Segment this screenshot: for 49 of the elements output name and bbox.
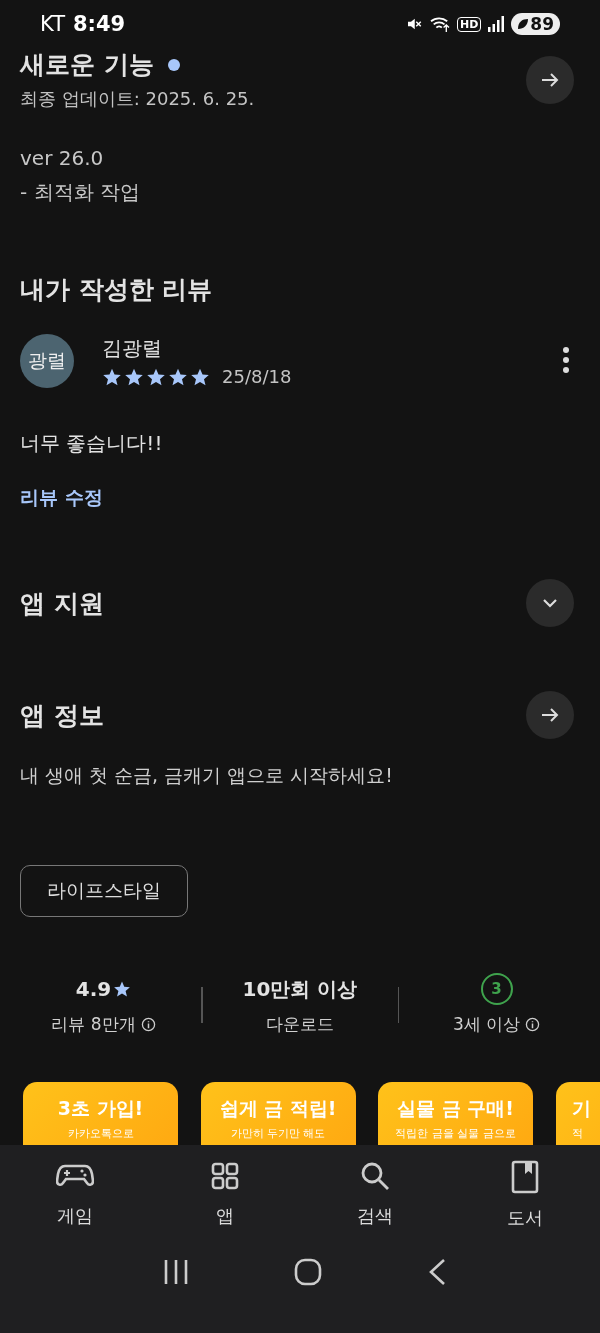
carrier-name: KT: [40, 12, 65, 36]
section-title: 새로운 기능: [20, 49, 154, 81]
screenshot-caption: 가만히 두기만 해도: [229, 1126, 327, 1141]
rating-value: 4.9: [75, 977, 112, 1001]
review-date: 25/8/18: [222, 366, 292, 387]
section-title: 앱 정보: [20, 699, 105, 732]
review-text: 너무 좋습니다!!: [19, 430, 164, 457]
nav-tab[interactable]: 도서: [450, 1159, 600, 1231]
release-note: - 최적화 작업: [20, 179, 141, 206]
edit-review-link[interactable]: 리뷰 수정: [20, 485, 103, 511]
star-icon: [113, 980, 132, 998]
avatar: 광렬: [20, 334, 74, 388]
screenshot-title: 기: [571, 1096, 592, 1121]
info-icon: [525, 1017, 541, 1032]
update-date: 최종 업데이트: 2025. 6. 25.: [20, 87, 256, 111]
section-title: 앱 지원: [20, 587, 105, 620]
arrow-button[interactable]: [526, 691, 574, 739]
age-rating-badge: 3: [480, 973, 513, 1005]
screenshot-title: 3초 가입!: [56, 1096, 145, 1121]
bookmark-book-icon: [509, 1160, 541, 1194]
screenshot-caption: 적립한 금을 실물 금으로: [394, 1126, 517, 1141]
nav-tab[interactable]: 검색: [300, 1159, 450, 1231]
arrow-button[interactable]: [526, 55, 574, 104]
screenshot-title: 쉽게 금 적립!: [218, 1096, 338, 1121]
stat-label: 3세 이상: [452, 1013, 521, 1036]
signal-icon: [487, 15, 506, 33]
search-icon: [359, 1160, 391, 1192]
download-count: 10만회 이상: [242, 975, 358, 1003]
screenshot-caption: 적: [571, 1126, 584, 1141]
home-icon[interactable]: [293, 1257, 323, 1287]
section-title: 내가 작성한 리뷰: [19, 274, 214, 306]
grid-icon: [209, 1160, 241, 1192]
stat-label: 리뷰 8만개: [51, 1013, 136, 1036]
info-icon: [140, 1017, 156, 1032]
nav-tab[interactable]: 앱: [150, 1159, 300, 1231]
screenshot-title: 실물 금 구매!: [396, 1096, 515, 1121]
more-icon: [562, 345, 570, 374]
release-note: ver 26.0: [20, 145, 105, 172]
stat-label: 다운로드: [266, 1013, 334, 1036]
nav-tab[interactable]: 게임: [0, 1159, 150, 1231]
screenshot-caption: 카카오톡으로: [66, 1126, 135, 1141]
clock-time: 8:49: [72, 12, 126, 36]
reviewer-name: 김광렬: [102, 335, 163, 362]
leaf-icon: [517, 18, 530, 30]
network-badge: HD: [457, 16, 482, 32]
category-chip[interactable]: 라이프스타일: [20, 865, 188, 917]
app-description: 내 생애 첫 순금, 금캐기 앱으로 시작하세요!: [19, 763, 394, 788]
battery-level: 89: [530, 14, 554, 34]
wifi-icon: [429, 15, 451, 33]
